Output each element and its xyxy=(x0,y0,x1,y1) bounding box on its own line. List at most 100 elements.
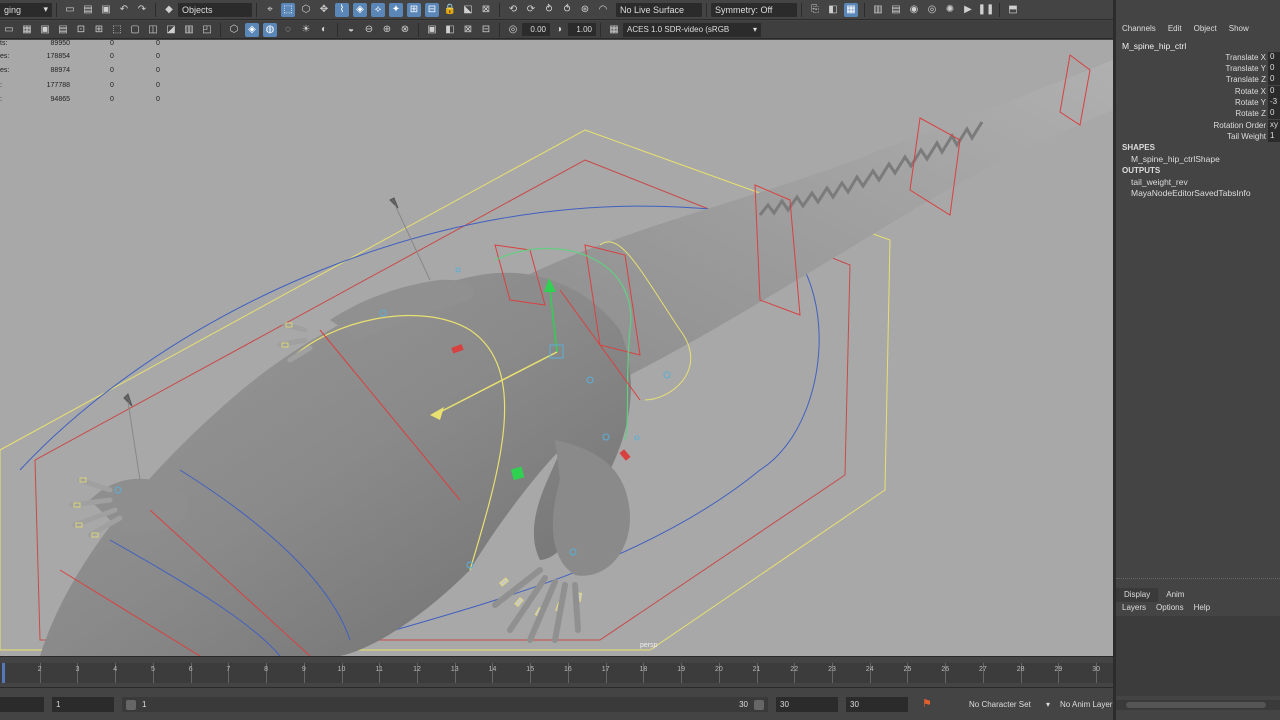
menu-set-dropdown[interactable]: ging ▾ xyxy=(0,2,52,17)
menu-channels[interactable]: Channels xyxy=(1122,24,1156,33)
select-by-object-icon[interactable]: ⬚ xyxy=(281,2,295,17)
snap-live-icon[interactable]: ⊛ xyxy=(578,3,592,17)
output-node-item[interactable]: MayaNodeEditorSavedTabsInfo xyxy=(1131,188,1251,198)
smooth-shade-icon[interactable]: ◈ xyxy=(245,22,259,37)
exposure-icon[interactable]: ◎ xyxy=(506,23,520,37)
attr-value[interactable]: 0 xyxy=(1268,52,1280,63)
attr-value[interactable]: xy xyxy=(1268,120,1280,131)
field-chart-icon[interactable]: ◪ xyxy=(164,23,178,37)
snap-point-icon[interactable]: ⟳ xyxy=(524,3,538,17)
snap-grid-icon[interactable]: ⊠ xyxy=(479,3,493,17)
snap-curve-icon[interactable]: ⟲ xyxy=(506,3,520,17)
shadows-icon[interactable]: ◐ xyxy=(317,23,331,37)
panel-divider[interactable] xyxy=(1116,578,1280,582)
pause-icon[interactable]: ❚❚ xyxy=(978,3,995,17)
time-slider[interactable]: 2 3 4 5 6 7 8 9 10 11 12 13 14 15 16 17 18 19 20 21 22 23 24 25… xyxy=(0,656,1113,686)
undo-icon[interactable]: ↶ xyxy=(117,3,131,17)
selection-mode-icon[interactable]: ◆ xyxy=(162,3,176,17)
playback-end-field[interactable]: 30 xyxy=(776,697,838,712)
scene-canvas[interactable] xyxy=(0,40,1113,656)
new-scene-icon[interactable]: ▭ xyxy=(63,3,77,17)
live-surface-dropdown[interactable]: No Live Surface xyxy=(616,2,702,17)
attr-translate-z[interactable]: Translate Z 0 xyxy=(1116,74,1280,86)
attr-rotate-y[interactable]: Rotate Y -3 xyxy=(1116,97,1280,109)
attr-value[interactable]: 1 xyxy=(1268,131,1280,142)
select-curves-icon[interactable]: ⌇ xyxy=(335,2,349,17)
time-ruler[interactable]: 2 3 4 5 6 7 8 9 10 11 12 13 14 15 16 17 18 19 20 21 22 23 24 25… xyxy=(0,663,1113,683)
scrollbar-thumb[interactable] xyxy=(1126,702,1266,708)
layer-scrollbar[interactable] xyxy=(1116,700,1280,710)
isolate-select-icon[interactable]: ▣ xyxy=(425,23,439,37)
resolution-gate-icon[interactable]: ▢ xyxy=(128,23,142,37)
xray-joints-icon[interactable]: ⊠ xyxy=(461,23,475,37)
gamma-field[interactable]: 1.00 xyxy=(568,23,596,36)
attr-translate-y[interactable]: Translate Y 0 xyxy=(1116,63,1280,75)
anim-layer-dropdown[interactable]: No Anim Layer xyxy=(1060,700,1112,709)
output-node-item[interactable]: tail_weight_rev xyxy=(1131,177,1188,187)
snap-toggle-icon[interactable]: ◠ xyxy=(596,3,610,17)
layer-list[interactable] xyxy=(1116,616,1280,696)
render-settings-icon[interactable]: ◧ xyxy=(826,3,840,17)
lock-selection-icon[interactable]: 🔒 xyxy=(443,3,457,17)
redo-icon[interactable]: ↷ xyxy=(135,3,149,17)
grease-pencil-icon[interactable]: ⊡ xyxy=(74,23,88,37)
auto-key-icon[interactable]: ⚑ xyxy=(922,697,932,710)
menu-show[interactable]: Show xyxy=(1229,24,1249,33)
tab-anim[interactable]: Anim xyxy=(1158,588,1192,602)
wireframe-on-shaded-icon[interactable]: ◍ xyxy=(263,22,277,37)
menu-edit[interactable]: Edit xyxy=(1168,24,1182,33)
open-scene-icon[interactable]: ▤ xyxy=(81,3,95,17)
range-start-handle[interactable] xyxy=(126,699,136,710)
save-scene-icon[interactable]: ▣ xyxy=(99,3,113,17)
wireframe-icon[interactable]: ⬡ xyxy=(227,23,241,37)
scene-start-field[interactable] xyxy=(0,697,44,712)
ipr-render-icon[interactable]: ▦ xyxy=(844,2,858,17)
render-frame-icon[interactable]: ▤ xyxy=(889,3,903,17)
hypershade-icon[interactable]: ◉ xyxy=(907,3,921,17)
attr-translate-x[interactable]: Translate X 0 xyxy=(1116,52,1280,64)
select-markers-icon[interactable]: ⊟ xyxy=(425,2,439,17)
attr-rotation-order[interactable]: Rotation Order xy xyxy=(1116,120,1280,132)
menu-layers[interactable]: Layers xyxy=(1122,603,1146,612)
ambient-occlusion-icon[interactable]: ◒ xyxy=(344,23,358,37)
range-end-handle[interactable] xyxy=(754,699,764,710)
character-set-dropdown[interactable]: No Character Set xyxy=(969,700,1031,709)
depth-of-field-icon[interactable]: ⊗ xyxy=(398,23,412,37)
highlight-selection-icon[interactable]: ⬕ xyxy=(461,3,475,17)
construction-history-icon[interactable]: ⎘ xyxy=(808,3,822,17)
attr-tail-weight[interactable]: Tail Weight 1 xyxy=(1116,131,1280,143)
select-by-hierarchy-icon[interactable]: ⌖ xyxy=(263,3,277,17)
menu-options[interactable]: Options xyxy=(1156,603,1184,612)
attr-value[interactable]: 0 xyxy=(1268,86,1280,97)
xray-active-icon[interactable]: ⊟ xyxy=(479,23,493,37)
symmetry-dropdown[interactable]: Symmetry: Off xyxy=(711,2,797,17)
snap-projected-icon[interactable]: ⥁ xyxy=(542,3,556,17)
color-space-dropdown[interactable]: ACES 1.0 SDR-video (sRGB ▾ xyxy=(623,22,761,37)
select-mode-dropdown[interactable]: Objects xyxy=(178,2,252,17)
light-editor-icon[interactable]: ✺ xyxy=(943,3,957,17)
range-slider[interactable]: 1 30 xyxy=(122,697,768,712)
playback-start-field[interactable]: 1 xyxy=(52,697,114,712)
bookmark-icon[interactable]: ▦ xyxy=(20,23,34,37)
gamma-icon[interactable]: ◑ xyxy=(552,23,566,37)
safe-action-icon[interactable]: ▥ xyxy=(182,23,196,37)
snap-view-plane-icon[interactable]: ⥀ xyxy=(560,3,574,17)
select-joints-icon[interactable]: ✦ xyxy=(389,2,403,17)
textured-icon[interactable]: ◌ xyxy=(281,23,295,37)
camera-attr-icon[interactable]: ▭ xyxy=(2,23,16,37)
node-name[interactable]: M_spine_hip_ctrl xyxy=(1122,41,1186,51)
sidebar-toggle-icon[interactable]: ⬒ xyxy=(1006,3,1020,17)
2d-pan-zoom-icon[interactable]: ▤ xyxy=(56,23,70,37)
select-deformers-icon[interactable]: ⟡ xyxy=(371,2,385,17)
tab-display[interactable]: Display xyxy=(1116,588,1159,602)
attr-value[interactable]: 0 xyxy=(1268,108,1280,119)
select-surfaces-icon[interactable]: ◈ xyxy=(353,2,367,17)
xray-icon[interactable]: ◧ xyxy=(443,23,457,37)
select-by-component-icon[interactable]: ⬡ xyxy=(299,3,313,17)
attr-value[interactable]: 0 xyxy=(1268,63,1280,74)
gate-mask-icon[interactable]: ◫ xyxy=(146,23,160,37)
attr-value[interactable]: 0 xyxy=(1268,74,1280,85)
anim-end-field[interactable]: 30 xyxy=(846,697,908,712)
grid-icon[interactable]: ⊞ xyxy=(92,23,106,37)
arnold-render-icon[interactable]: ◎ xyxy=(925,3,939,17)
